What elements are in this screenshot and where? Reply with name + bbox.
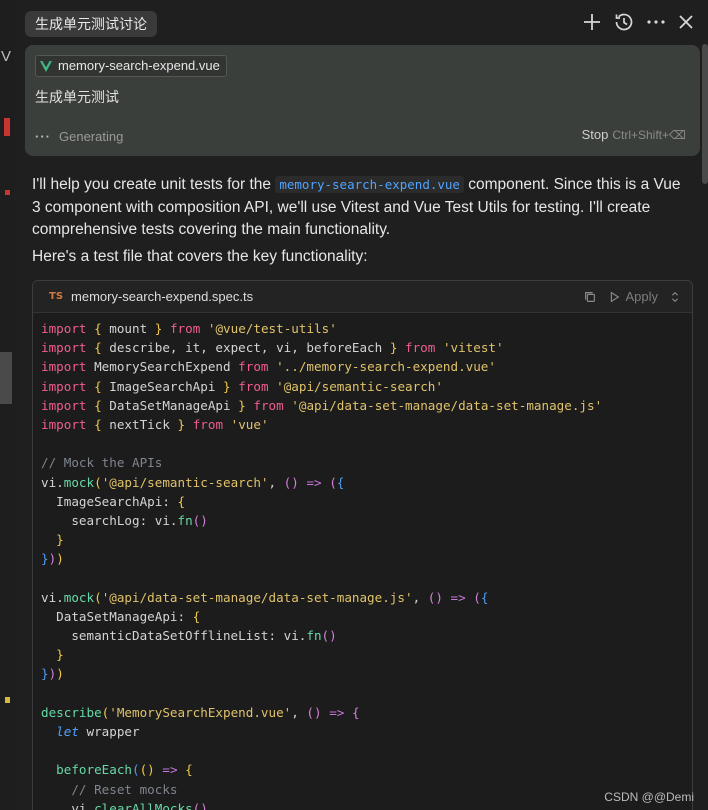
context-file-name: memory-search-expend.vue [58, 58, 220, 73]
chat-header: 生成单元测试讨论 [14, 0, 708, 44]
code-block: TS memory-search-expend.spec.ts Apply im… [32, 280, 693, 810]
code-content[interactable]: import { mount } from '@vue/test-utils' i… [33, 313, 692, 810]
generating-status: ··· Generating [35, 129, 123, 144]
context-file-chip[interactable]: memory-search-expend.vue [35, 55, 227, 77]
loading-dots-icon: ··· [35, 129, 51, 144]
code-block-header: TS memory-search-expend.spec.ts Apply [33, 281, 692, 313]
history-icon[interactable] [612, 10, 636, 34]
response-paragraph: I'll help you create unit tests for the … [32, 174, 682, 242]
scrollbar[interactable] [702, 44, 708, 184]
stop-label: Stop [581, 127, 609, 142]
apply-label: Apply [625, 289, 658, 304]
watermark: CSDN @@Demi [604, 790, 694, 804]
edge-marker-red [4, 118, 10, 136]
response-text-1: I'll help you create unit tests for the [32, 176, 276, 193]
editor-edge-letter: V [1, 48, 12, 65]
generating-label: Generating [59, 129, 124, 144]
close-icon[interactable] [674, 10, 698, 34]
prompt-card: memory-search-expend.vue 生成单元测试 ··· Gene… [25, 45, 700, 156]
prompt-text: 生成单元测试 [35, 89, 119, 105]
stop-shortcut: Ctrl+Shift+⌫ [612, 128, 686, 142]
response-paragraph-2: Here's a test file that covers the key f… [32, 248, 368, 265]
new-chat-icon[interactable] [580, 10, 604, 34]
chat-panel: 生成单元测试讨论 memory-search-expend.vue 生成单元测试… [14, 0, 708, 810]
stop-button[interactable]: Stop Ctrl+Shift+⌫ [582, 127, 686, 142]
edge-marker-grey [0, 352, 12, 404]
copy-icon[interactable] [583, 290, 597, 304]
apply-button[interactable]: Apply [607, 289, 658, 304]
chevron-updown-icon[interactable] [668, 290, 682, 304]
editor-edge: V [0, 0, 14, 810]
code-file-name[interactable]: memory-search-expend.spec.ts [71, 289, 253, 304]
typescript-icon: TS [49, 291, 64, 302]
play-icon [611, 291, 620, 302]
edge-marker-dot [5, 190, 10, 195]
inline-code-filename[interactable]: memory-search-expend.vue [275, 176, 464, 193]
more-icon[interactable] [644, 10, 668, 34]
chat-title[interactable]: 生成单元测试讨论 [25, 11, 157, 37]
vue-icon [40, 60, 52, 72]
edge-marker-yellow [5, 697, 10, 703]
